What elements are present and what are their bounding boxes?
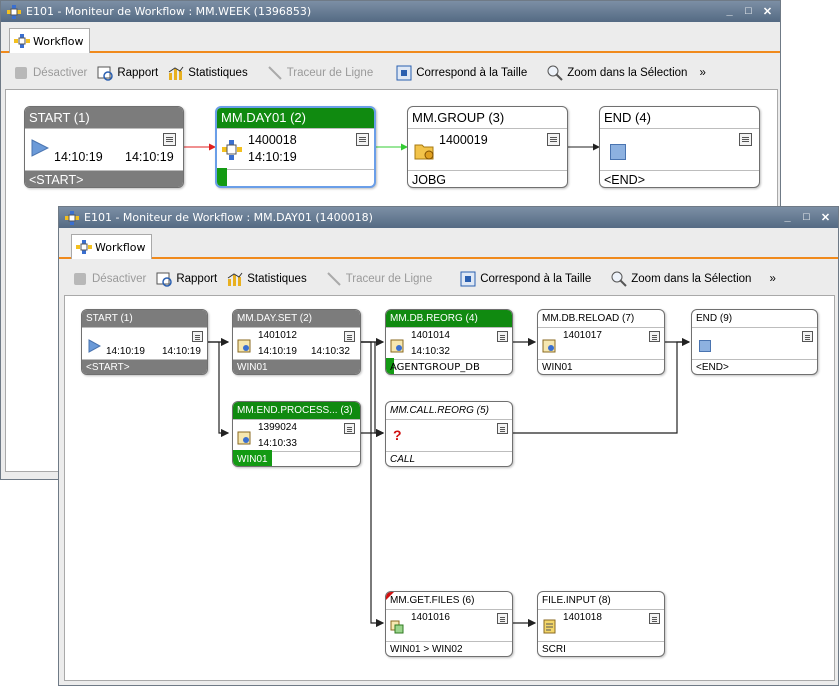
- alert-log-icon[interactable]: [802, 331, 813, 342]
- report-icon: [97, 66, 114, 81]
- minimize-icon[interactable]: _: [779, 209, 796, 225]
- fit-size-icon: [396, 65, 412, 81]
- window-workflow-mm-day01: E101 - Moniteur de Workflow : MM.DAY01 (…: [58, 206, 839, 686]
- end-square-icon: [699, 340, 711, 352]
- statistics-button[interactable]: Statistiques: [227, 271, 307, 287]
- disable-button[interactable]: Désactiver: [13, 65, 87, 81]
- node-mm-get-files[interactable]: MM.GET.FILES (6) 1401016 WIN01 > WIN02: [385, 591, 513, 657]
- line-tracer-icon: [267, 66, 282, 80]
- more-button[interactable]: »: [699, 67, 705, 79]
- report-icon: [156, 272, 173, 287]
- close-icon[interactable]: ✕: [759, 3, 776, 19]
- node-start[interactable]: START (1) 14:10:19 14:10:19 <START>: [24, 106, 184, 188]
- log-icon[interactable]: [344, 423, 355, 434]
- window-title: E101 - Moniteur de Workflow : MM.DAY01 (…: [84, 211, 373, 224]
- breakpoint-icon: [386, 592, 394, 600]
- workflow-app-icon: [7, 4, 21, 19]
- node-mm-day-set[interactable]: MM.DAY.SET (2) 1401012 14:10:19 14:10:32…: [232, 309, 361, 375]
- fit-to-size-button[interactable]: Correspond à la Taille: [396, 65, 527, 81]
- node-mm-day01[interactable]: MM.DAY01 (2) 1400018 14:10:19: [215, 106, 376, 188]
- progress-bar: [217, 168, 227, 186]
- fit-to-size-button[interactable]: Correspond à la Taille: [460, 271, 591, 287]
- tab-workflow[interactable]: Workflow: [71, 234, 152, 259]
- alert-log-icon[interactable]: [649, 331, 660, 342]
- zoom-selection-button[interactable]: Zoom dans la Sélection: [547, 65, 687, 81]
- job-icon: [542, 339, 556, 353]
- start-play-icon: [31, 139, 49, 157]
- job-icon: [390, 339, 404, 353]
- question-icon: ?: [393, 427, 402, 443]
- log-icon[interactable]: [739, 133, 752, 146]
- zoom-icon: [547, 65, 563, 81]
- start-play-icon: [88, 339, 101, 353]
- statistics-button[interactable]: Statistiques: [168, 65, 248, 81]
- workflow-icon: [76, 240, 92, 254]
- toolbar: Désactiver Rapport Statistiques Traceur …: [5, 59, 776, 87]
- log-icon[interactable]: [192, 331, 203, 342]
- toolbar: Désactiver Rapport Statistiques Traceur …: [63, 265, 834, 293]
- line-tracer-button[interactable]: Traceur de Ligne: [267, 65, 373, 81]
- zoom-icon: [611, 271, 627, 287]
- job-icon: [237, 339, 251, 353]
- workflow-icon: [14, 34, 30, 48]
- tab-label: Workflow: [33, 34, 84, 48]
- script-icon: [543, 619, 556, 634]
- tab-workflow[interactable]: Workflow: [9, 28, 90, 53]
- maximize-icon[interactable]: □: [798, 209, 815, 225]
- close-icon[interactable]: ✕: [817, 209, 834, 225]
- log-icon[interactable]: [547, 133, 560, 146]
- log-icon[interactable]: [497, 613, 508, 624]
- node-mm-call-reorg[interactable]: MM.CALL.REORG (5) ? CALL: [385, 401, 513, 467]
- log-icon[interactable]: [649, 613, 660, 624]
- alert-log-icon[interactable]: [344, 331, 355, 342]
- node-file-input[interactable]: FILE.INPUT (8) 1401018 SCRI: [537, 591, 665, 657]
- report-button[interactable]: Rapport: [97, 65, 158, 81]
- folder-gear-icon: [414, 144, 434, 160]
- log-icon[interactable]: [497, 331, 508, 342]
- workflow-canvas[interactable]: START (1) 14:10:19 14:10:19 <START> MM.D…: [64, 295, 835, 681]
- node-start[interactable]: START (1) 14:10:19 14:10:19 <START>: [81, 309, 208, 375]
- disable-icon: [15, 67, 27, 79]
- log-icon[interactable]: [356, 133, 369, 146]
- line-tracer-button[interactable]: Traceur de Ligne: [326, 271, 432, 287]
- statistics-icon: [227, 272, 243, 286]
- end-square-icon: [610, 144, 626, 160]
- window-title: E101 - Moniteur de Workflow : MM.WEEK (1…: [26, 5, 312, 18]
- log-icon[interactable]: [497, 423, 508, 434]
- more-button[interactable]: »: [769, 273, 775, 285]
- zoom-selection-button[interactable]: Zoom dans la Sélection: [611, 271, 751, 287]
- tab-strip: Workflow: [59, 228, 838, 259]
- node-mm-end-process[interactable]: MM.END.PROCESS... (3) 1399024 14:10:33 W…: [232, 401, 361, 467]
- tab-strip: Workflow: [1, 22, 780, 53]
- maximize-icon[interactable]: □: [740, 3, 757, 19]
- job-icon: [237, 431, 251, 445]
- log-icon[interactable]: [163, 133, 176, 146]
- node-end[interactable]: END (4) <END>: [599, 106, 760, 188]
- disable-icon: [74, 273, 86, 285]
- report-button[interactable]: Rapport: [156, 271, 217, 287]
- node-mm-db-reorg[interactable]: MM.DB.REORG (4) 1401014 14:10:32 AGENTGR…: [385, 309, 513, 375]
- window-title-bar[interactable]: E101 - Moniteur de Workflow : MM.DAY01 (…: [59, 207, 838, 228]
- tab-label: Workflow: [95, 240, 146, 254]
- fit-size-icon: [460, 271, 476, 287]
- minimize-icon[interactable]: _: [721, 3, 738, 19]
- node-mm-group[interactable]: MM.GROUP (3) 1400019 JOBG: [407, 106, 568, 188]
- workflow-icon: [222, 140, 242, 160]
- node-end[interactable]: END (9) <END>: [691, 309, 818, 375]
- window-title-bar[interactable]: E101 - Moniteur de Workflow : MM.WEEK (1…: [1, 1, 780, 22]
- file-transfer-icon: [390, 620, 404, 634]
- statistics-icon: [168, 66, 184, 80]
- node-mm-db-reload[interactable]: MM.DB.RELOAD (7) 1401017 WIN01: [537, 309, 665, 375]
- workflow-app-icon: [65, 210, 79, 225]
- line-tracer-icon: [326, 272, 341, 286]
- disable-button[interactable]: Désactiver: [72, 271, 146, 287]
